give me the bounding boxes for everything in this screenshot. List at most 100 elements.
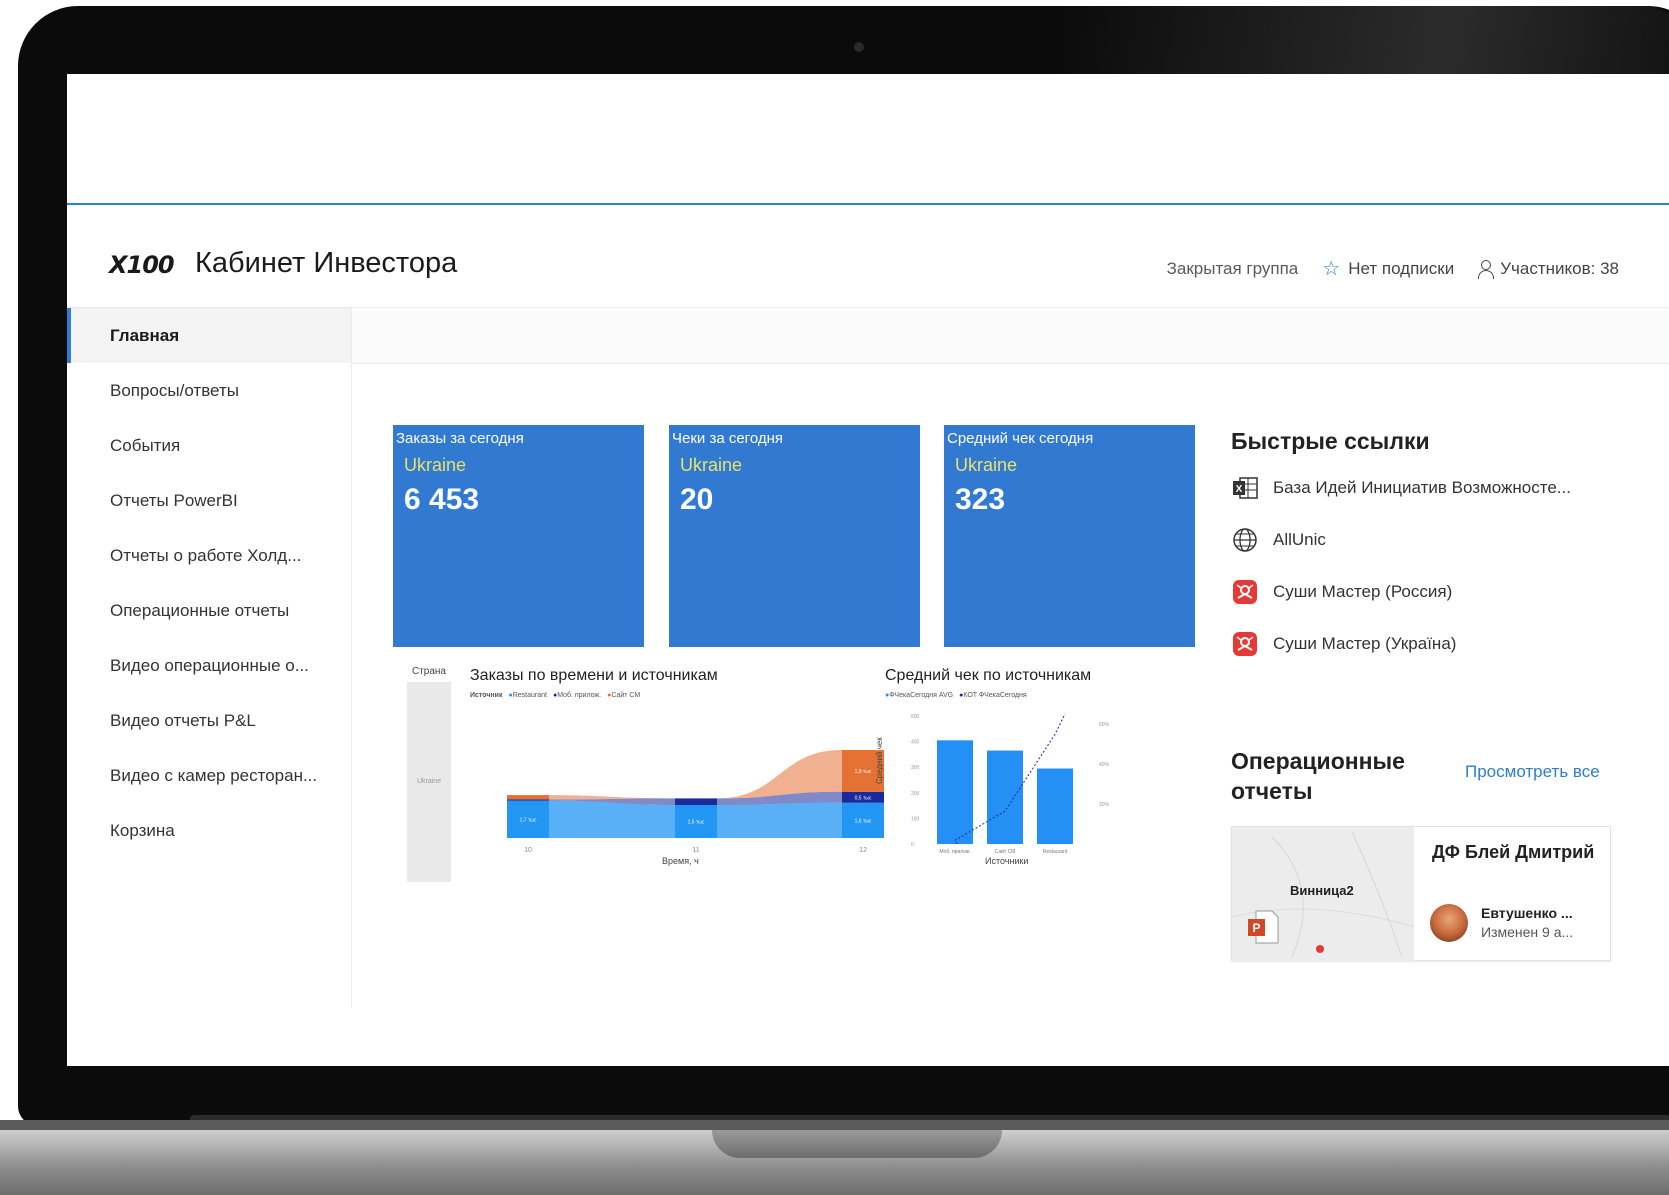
bar: [937, 740, 973, 844]
y-tick-label: 200: [911, 791, 920, 797]
kpi-value: 323: [955, 483, 1006, 516]
sidebar-item-home[interactable]: Главная: [67, 308, 351, 363]
x-tick-label: Сайт СМ: [995, 848, 1016, 855]
slicer-bar[interactable]: Ukraine: [407, 682, 451, 882]
chart-side-label: Страна: [411, 666, 446, 677]
members-button[interactable]: Участников: 38: [1478, 259, 1619, 279]
kpi-value: 6 453: [404, 483, 480, 516]
kpi-title: Чеки за сегодня: [672, 430, 783, 447]
camera: [854, 42, 864, 52]
bar-segment: [675, 798, 717, 805]
ribbon-2: [717, 750, 842, 799]
sidebar-item-video-pl[interactable]: Видео отчеты P&L: [67, 693, 351, 748]
x-tick-label: 10: [524, 847, 532, 854]
y-axis-label: Средний чек: [875, 737, 884, 784]
orders-area-plot: 10 11 12 1,7 тыс 1,5 тыс 1,6 тыс 0,5 тыс 1,9 ты…: [507, 750, 884, 854]
quick-links: Быстрые ссылки X База Идей Инициатив Воз…: [1231, 422, 1631, 656]
quick-link-label: Суши Мастер (Россия): [1273, 582, 1453, 601]
quick-link-allunic[interactable]: AllUnic: [1231, 526, 1326, 554]
star-icon: ☆: [1322, 258, 1341, 280]
quick-link-sushi-russia[interactable]: Суши Мастер (Россия): [1231, 578, 1452, 606]
x-tick-label: Моб. прилож.: [939, 849, 970, 855]
bar: [1037, 768, 1073, 844]
members-label: Участников: 38: [1500, 258, 1619, 278]
data-label: 0,5 тыс: [855, 795, 872, 801]
legend-item: ●КОТ ФЧекаСегодня: [959, 692, 1027, 699]
document-title: ДФ Блей Дмитрий: [1432, 842, 1595, 862]
chart-legend: ●ФЧекаСегодня AVG ●КОТ ФЧекаСегодня: [885, 692, 1027, 699]
subscribe-label: Нет подписки: [1348, 258, 1455, 278]
ribbon-0: [549, 800, 675, 838]
bezel-reflection: [1060, 6, 1669, 76]
group-type-label: Закрытая группа: [1166, 258, 1299, 278]
y2-tick-label: 40%: [1099, 762, 1110, 768]
sushi-master-icon: [1231, 578, 1259, 606]
x-tick-label: Restaurant: [1043, 849, 1068, 855]
view-all-link[interactable]: Просмотреть все: [1465, 762, 1600, 782]
quick-link-label: База Идей Инициатив Возможносте...: [1273, 478, 1571, 497]
thumbnail-title: Винница2: [1290, 883, 1354, 898]
avatar: [1430, 904, 1468, 942]
screen: X100 Кабинет Инвестора Закрытая группа ☆…: [67, 74, 1669, 1066]
subscribe-button[interactable]: ☆ Нет подписки: [1322, 256, 1454, 281]
legend-item: ●Сайт СМ: [607, 692, 641, 699]
sidebar-item-video-cameras[interactable]: Видео с камер ресторан...: [67, 748, 351, 803]
site-logo[interactable]: X100: [109, 251, 175, 279]
quick-link-label: AllUnic: [1273, 530, 1326, 549]
x-tick-label: 11: [692, 847, 699, 854]
document-author: Евтушенко ...: [1481, 905, 1573, 921]
data-label: 1,5 тыс: [688, 820, 705, 826]
legend-title: Источник: [470, 692, 503, 699]
excel-icon: X: [1231, 474, 1259, 502]
bar-segment: [507, 795, 549, 800]
sushi-master-icon: [1231, 630, 1259, 658]
quick-link-ideas[interactable]: X База Идей Инициатив Возможносте...: [1231, 474, 1571, 502]
document-modified: Изменен 9 а...: [1481, 924, 1574, 940]
powerpoint-icon: P: [1246, 909, 1280, 945]
kpi-tile-checks[interactable]: Чеки за сегодня Ukraine 20: [669, 425, 920, 647]
sidebar-nav: Главная Вопросы/ответы События Отчеты Po…: [67, 308, 352, 1008]
document-card[interactable]: Винница2 P ДФ Блей Дмитрий Евтушенко ...…: [1231, 826, 1611, 962]
y2-tick-label: 60%: [1099, 722, 1110, 728]
sidebar-item-trash[interactable]: Корзина: [67, 803, 351, 858]
data-label: 1,9 тыс: [855, 769, 872, 775]
site-header: X100 Кабинет Инвестора Закрытая группа ☆…: [67, 207, 1669, 307]
sidebar-item-video-operational[interactable]: Видео операционные о...: [67, 638, 351, 693]
sidebar-item-operational-reports[interactable]: Операционные отчеты: [67, 583, 351, 638]
y-tick-label: 0: [911, 842, 914, 848]
sidebar-item-holding-reports[interactable]: Отчеты о работе Холд...: [67, 528, 351, 583]
legend-item: ●ФЧекаСегодня AVG: [885, 692, 954, 699]
sidebar-item-powerbi[interactable]: Отчеты PowerBI: [67, 473, 351, 528]
kpi-region: Ukraine: [955, 455, 1018, 475]
avg-check-chart[interactable]: Средний чек по источникам ●ФЧекаСегодня …: [875, 664, 1175, 964]
bar: [987, 750, 1023, 844]
y-tick-label: 100: [911, 816, 920, 822]
x-axis-label: Источники: [985, 856, 1029, 866]
orders-chart[interactable]: Страна Ukraine Заказы по времени и источ…: [407, 664, 967, 964]
command-bar: [352, 308, 1669, 364]
y-tick-label: 500: [911, 714, 920, 720]
kpi-tile-orders[interactable]: Заказы за сегодня Ukraine 6 453: [393, 425, 644, 647]
kpi-tile-avg-check[interactable]: Средний чек сегодня Ukraine 323: [944, 425, 1195, 647]
laptop-frame: X100 Кабинет Инвестора Закрытая группа ☆…: [0, 0, 1669, 1195]
sidebar-item-events[interactable]: События: [67, 418, 351, 473]
data-label: 1,6 тыс: [855, 818, 872, 824]
avg-check-bar-plot: 0 100 200 300 400 500 20% 40% 60% Моб. прилож. Сай…: [911, 713, 1110, 855]
x-axis-label: Время, ч: [662, 856, 699, 866]
chart-title: Средний чек по источникам: [885, 667, 1092, 684]
chart-legend: Источник ●Restaurant ●Моб. прилож. ●Сайт…: [470, 692, 640, 699]
kpi-region: Ukraine: [404, 455, 467, 475]
x-tick-label: 12: [859, 847, 867, 854]
quick-link-sushi-ukraine[interactable]: Суши Мастер (Україна): [1231, 630, 1456, 658]
slicer-value: Ukraine: [416, 778, 442, 785]
laptop-notch: [712, 1130, 1002, 1158]
globe-icon: [1231, 526, 1259, 554]
kpi-title: Заказы за сегодня: [396, 430, 524, 447]
svg-text:X: X: [1236, 484, 1243, 495]
person-icon: [1478, 259, 1495, 279]
kpi-title: Средний чек сегодня: [947, 430, 1094, 447]
page-title: Кабинет Инвестора: [195, 247, 458, 279]
y-tick-label: 400: [911, 740, 920, 746]
site-meta: Закрытая группа ☆ Нет подписки Участнико…: [1167, 256, 1619, 281]
sidebar-item-qa[interactable]: Вопросы/ответы: [67, 363, 351, 418]
